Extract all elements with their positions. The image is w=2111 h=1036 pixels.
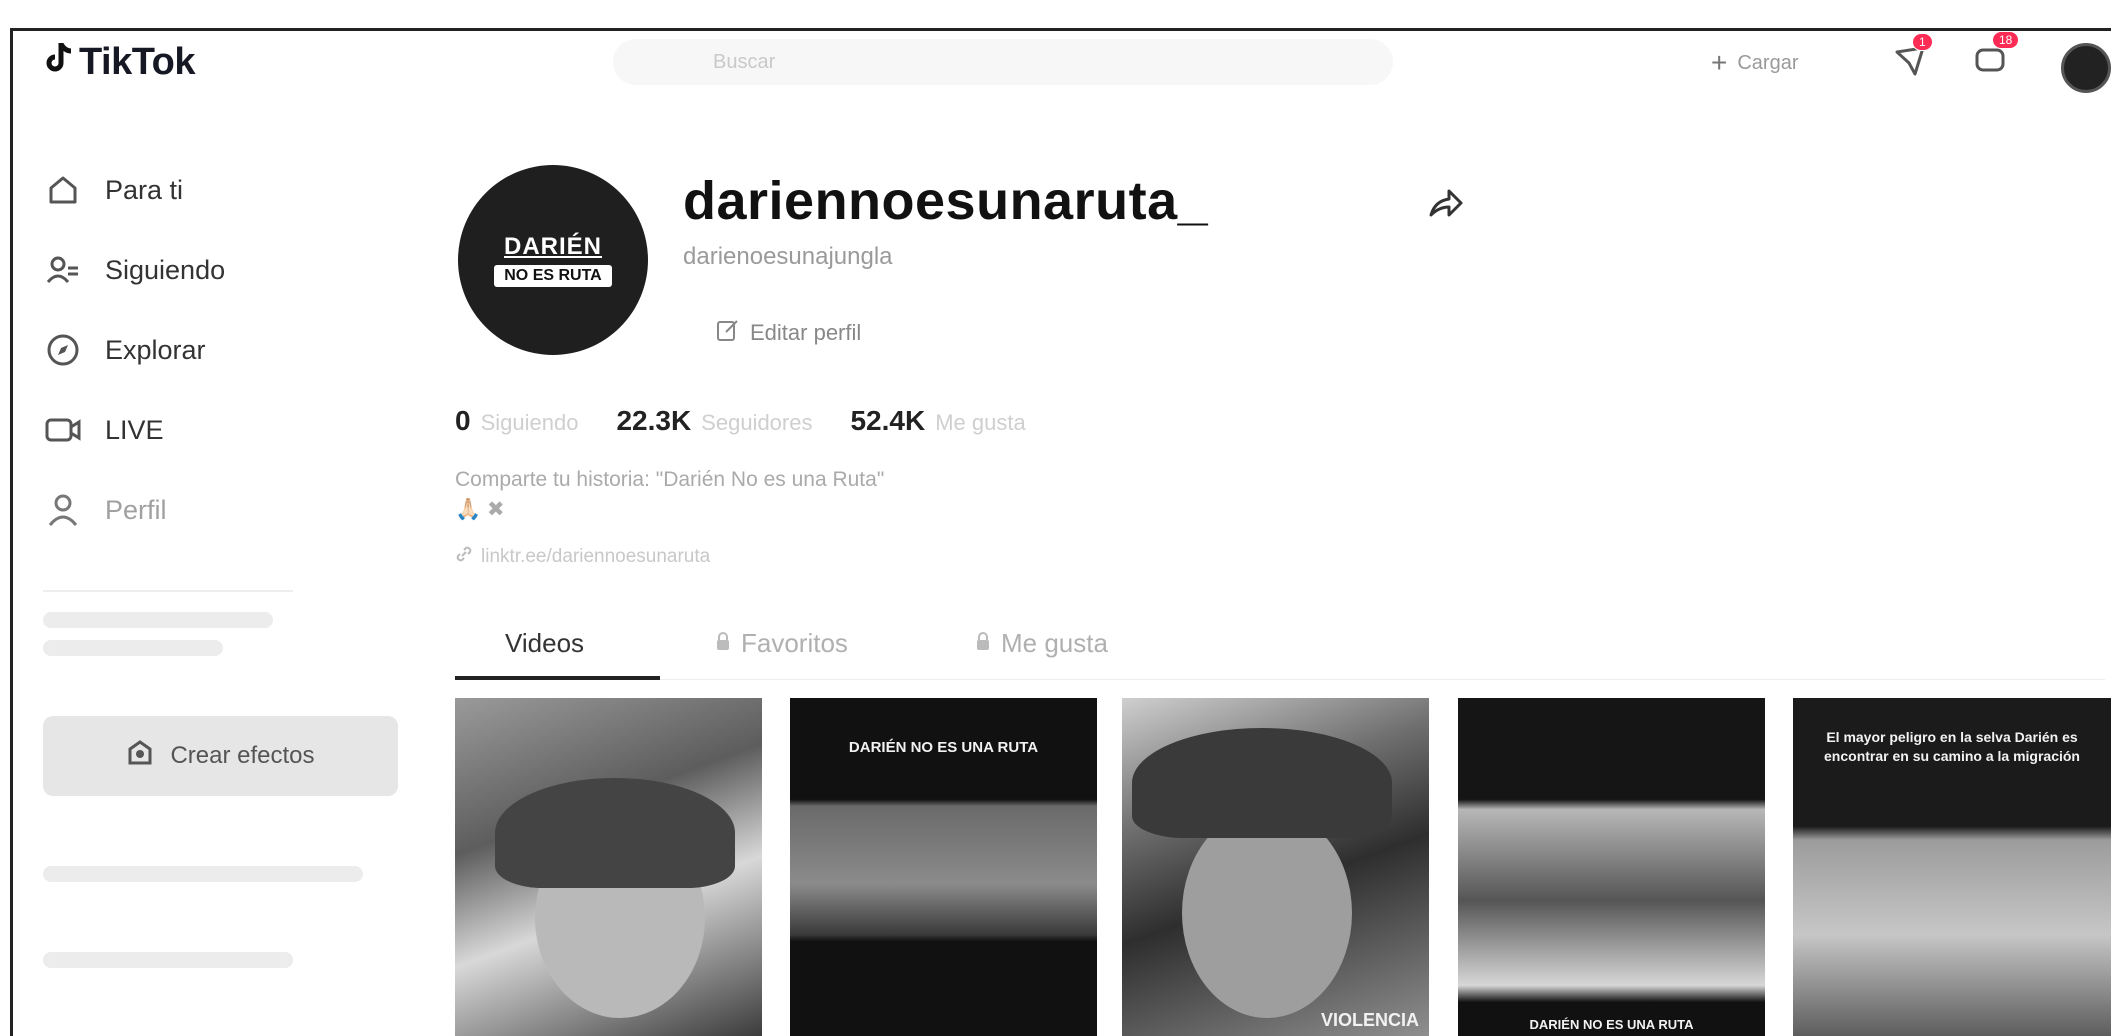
sidebar: Para ti Siguiendo Explorar LIVE Perfil C… [13,150,413,980]
stat-number: 22.3K [616,405,692,436]
sidebar-item-label: Para ti [105,174,184,205]
edit-profile-button[interactable]: Editar perfil [700,308,877,358]
stat-likes: 52.4K Me gusta [850,405,1025,437]
stat-number: 52.4K [850,405,926,436]
messages-badge: 18 [1992,31,2020,49]
search-input[interactable]: Buscar [613,39,1393,85]
compass-icon [43,330,83,370]
lock-icon [975,628,991,659]
sidebar-item-perfil[interactable]: Perfil [13,470,413,550]
upload-button[interactable]: + Cargar [1693,41,1817,85]
video-caption: El mayor peligro en la selva Darién es e… [1824,729,2080,764]
following-icon [43,250,83,290]
sidebar-item-siguiendo[interactable]: Siguiendo [13,230,413,310]
user-avatar[interactable] [2061,43,2111,93]
tab-liked[interactable]: Me gusta [975,628,1108,659]
thumbnail-face [1182,808,1352,1018]
sidebar-item-label: LIVE [105,414,164,445]
sidebar-blurred-text [43,866,363,882]
top-header: TikTok Buscar + Cargar 1 18 [13,31,2111,101]
live-icon [43,410,83,450]
effects-icon [126,739,154,774]
sidebar-item-label: Siguiendo [105,254,226,285]
sidebar-blurred-text [43,640,223,656]
sidebar-item-explorar[interactable]: Explorar [13,310,413,390]
edit-icon [716,318,740,348]
sidebar-blurred-text [43,952,293,968]
plus-icon: + [1711,47,1728,78]
sidebar-item-label: Perfil [105,494,167,525]
video-thumbnail[interactable]: DARIÉN NO ES UNA RUTA [790,698,1097,1036]
stat-label: Me gusta [935,410,1026,435]
bio-link[interactable]: linktr.ee/dariennoesunaruta [455,545,710,569]
edit-profile-label: Editar perfil [750,320,862,345]
share-icon[interactable] [1425,185,1465,225]
sidebar-divider [43,590,293,592]
profile-username: dariennoesunaruta_ [683,171,1209,231]
inbox-badge: 1 [1912,33,1933,51]
tab-videos[interactable]: Videos [505,628,584,659]
profile-stats: 0 Siguiendo 22.3K Seguidores 52.4K Me gu… [455,405,1026,437]
bio-link-text: linktr.ee/dariennoesunaruta [481,546,711,567]
sidebar-blurred-text [43,612,273,628]
messages-icon[interactable]: 18 [1968,31,2020,83]
link-icon [455,545,473,569]
video-caption: DARIÉN NO ES UNA RUTA [848,739,1039,756]
home-icon [43,170,83,210]
active-tab-indicator [455,676,660,680]
tiktok-logo[interactable]: TikTok [43,41,195,84]
video-thumbnail[interactable] [455,698,762,1036]
stat-label: Siguiendo [480,410,579,435]
avatar-text-top: DARIÉN [503,233,602,260]
video-caption: DARIÉN NO ES UNA RUTA [1529,1017,1694,1032]
video-caption: VIOLENCIA [1320,1010,1419,1030]
stat-following[interactable]: 0 Siguiendo [455,405,578,437]
bio-line: 🙏🏻 ✖ [455,498,505,522]
logo-text: TikTok [79,41,195,83]
upload-label: Cargar [1737,51,1799,74]
avatar-text-mid: NO ES RUTA [494,265,612,287]
profile-nickname: darienoesunajungla [683,243,893,270]
profile-icon [43,490,83,530]
tiktok-note-icon [43,41,73,84]
sidebar-item-live[interactable]: LIVE [13,390,413,470]
create-effects-button[interactable]: Crear efectos [43,716,398,796]
sidebar-item-para-ti[interactable]: Para ti [13,150,413,230]
lock-icon [715,628,731,659]
profile-avatar[interactable]: DARIÉN NO ES RUTA [458,165,648,355]
stat-followers[interactable]: 22.3K Seguidores [616,405,812,437]
profile-bio: Comparte tu historia: "Darién No es una … [455,465,1355,526]
stat-label: Seguidores [701,410,813,435]
sidebar-item-label: Explorar [105,334,206,365]
profile-tabs: Videos Favoritos Me gusta [455,620,2105,680]
inbox-icon[interactable]: 1 [1888,33,1933,83]
video-thumbnail[interactable]: El mayor peligro en la selva Darién es e… [1793,698,2111,1036]
tab-label: Me gusta [1001,628,1108,658]
tab-favorites[interactable]: Favoritos [715,628,848,659]
effects-label: Crear efectos [170,742,315,769]
thumbnail-cap [495,778,735,888]
video-thumbnail[interactable]: DARIÉN NO ES UNA RUTA [1458,698,1765,1036]
search-placeholder: Buscar [713,50,776,73]
stat-number: 0 [455,405,471,436]
thumbnail-cap [1132,728,1392,838]
tab-label: Videos [505,628,585,658]
video-thumbnail[interactable]: VIOLENCIA [1122,698,1429,1036]
bio-line: Comparte tu historia: "Darién No es una … [455,468,885,491]
tab-label: Favoritos [741,628,848,658]
